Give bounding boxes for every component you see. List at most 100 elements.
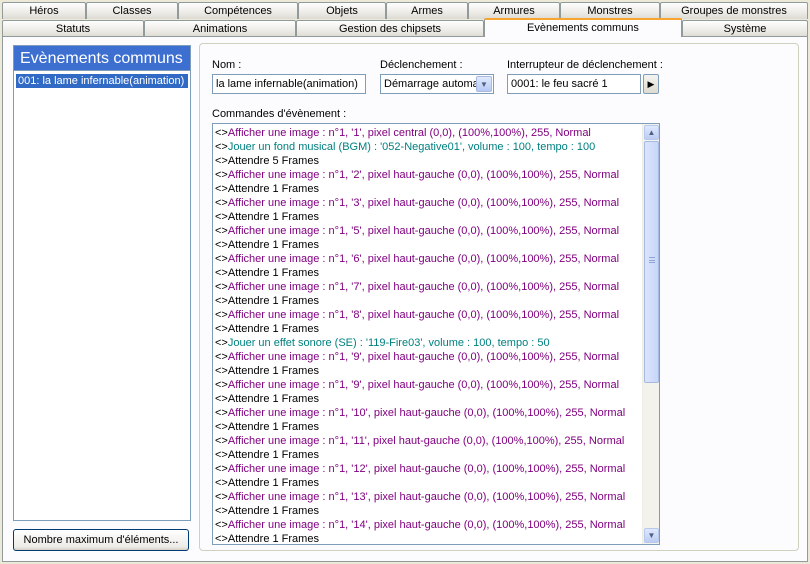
- command-row[interactable]: <>Afficher une image : n°1, '9', pixel h…: [215, 350, 642, 364]
- command-row[interactable]: <>Attendre 1 Frames: [215, 364, 642, 378]
- command-text: Attendre 1 Frames: [227, 183, 319, 195]
- command-prefix: <>: [215, 225, 228, 237]
- command-text: Attendre 1 Frames: [227, 211, 319, 223]
- command-text: Attendre 1 Frames: [227, 477, 319, 489]
- command-prefix: <>: [215, 393, 228, 405]
- tab-monstres[interactable]: Monstres: [560, 2, 660, 19]
- command-row[interactable]: <>Attendre 1 Frames: [215, 182, 642, 196]
- command-row[interactable]: <>Afficher une image : n°1, '6', pixel h…: [215, 252, 642, 266]
- command-text: Afficher une image : n°1, '10', pixel ha…: [227, 407, 626, 419]
- command-prefix: <>: [215, 505, 228, 517]
- command-row[interactable]: <>Attendre 1 Frames: [215, 420, 642, 434]
- command-row[interactable]: <>Attendre 1 Frames: [215, 238, 642, 252]
- command-prefix: <>: [215, 519, 228, 531]
- switch-picker-button[interactable]: ▶: [643, 74, 659, 94]
- scroll-up-icon[interactable]: ▲: [644, 125, 659, 140]
- event-commands-list[interactable]: <>Afficher une image : n°1, '1', pixel c…: [212, 123, 660, 545]
- vertical-scrollbar[interactable]: ▲ ▼: [642, 124, 659, 544]
- command-row[interactable]: <>Attendre 5 Frames: [215, 154, 642, 168]
- command-prefix: <>: [215, 337, 228, 349]
- event-editor-group: Nom : la lame infernable(animation) Décl…: [199, 43, 799, 551]
- command-prefix: <>: [215, 365, 228, 377]
- command-prefix: <>: [215, 281, 228, 293]
- tab-armes[interactable]: Armes: [386, 2, 468, 19]
- command-row[interactable]: <>Attendre 1 Frames: [215, 476, 642, 490]
- command-text: Attendre 1 Frames: [227, 323, 319, 335]
- command-prefix: <>: [215, 253, 228, 265]
- switch-field: 0001: le feu sacré 1: [507, 74, 641, 94]
- tab-groupes-de-monstres[interactable]: Groupes de monstres: [660, 2, 808, 19]
- command-row[interactable]: <>Afficher une image : n°1, '7', pixel h…: [215, 280, 642, 294]
- command-row[interactable]: <>Afficher une image : n°1, '8', pixel h…: [215, 308, 642, 322]
- tab-statuts[interactable]: Statuts: [2, 20, 144, 37]
- common-events-items: 001: la lame infernable(animation): [14, 71, 190, 91]
- command-row[interactable]: <>Attendre 1 Frames: [215, 210, 642, 224]
- switch-label: Interrupteur de déclenchement :: [507, 59, 663, 71]
- name-label: Nom :: [212, 59, 242, 71]
- tab-competences[interactable]: Compétences: [178, 2, 298, 19]
- scroll-thumb[interactable]: [644, 141, 659, 383]
- list-item[interactable]: 001: la lame infernable(animation): [16, 74, 188, 88]
- common-events-title: Evènements communs: [14, 46, 190, 71]
- command-text: Attendre 1 Frames: [227, 295, 319, 307]
- command-row[interactable]: <>Afficher une image : n°1, '14', pixel …: [215, 518, 642, 532]
- tab-armures[interactable]: Armures: [468, 2, 560, 19]
- command-row[interactable]: <>Attendre 1 Frames: [215, 448, 642, 462]
- scroll-down-icon[interactable]: ▼: [644, 528, 659, 543]
- command-prefix: <>: [215, 449, 228, 461]
- tab-heros[interactable]: Héros: [2, 2, 86, 19]
- command-row[interactable]: <>Afficher une image : n°1, '9', pixel h…: [215, 378, 642, 392]
- tab-systeme[interactable]: Système: [682, 20, 808, 37]
- command-row[interactable]: <>Afficher une image : n°1, '2', pixel h…: [215, 168, 642, 182]
- command-prefix: <>: [215, 407, 228, 419]
- tab-gestion-des-chipsets[interactable]: Gestion des chipsets: [296, 20, 484, 37]
- command-text: Afficher une image : n°1, '6', pixel hau…: [227, 253, 620, 265]
- command-prefix: <>: [215, 463, 228, 475]
- command-row[interactable]: <>Attendre 1 Frames: [215, 266, 642, 280]
- command-text: Afficher une image : n°1, '14', pixel ha…: [227, 519, 626, 531]
- tab-animations[interactable]: Animations: [144, 20, 296, 37]
- command-row[interactable]: <>Attendre 1 Frames: [215, 504, 642, 518]
- command-text: Afficher une image : n°1, '2', pixel hau…: [227, 169, 620, 181]
- command-row[interactable]: <>Afficher une image : n°1, '3', pixel h…: [215, 196, 642, 210]
- command-prefix: <>: [215, 141, 228, 153]
- command-prefix: <>: [215, 309, 228, 321]
- command-row[interactable]: <>Jouer un fond musical (BGM) : '052-Neg…: [215, 140, 642, 154]
- tab-objets[interactable]: Objets: [298, 2, 386, 19]
- command-text: Attendre 1 Frames: [227, 533, 319, 545]
- command-prefix: <>: [215, 379, 228, 391]
- trigger-select[interactable]: Démarrage automa ▼: [380, 74, 494, 94]
- command-text: Afficher une image : n°1, '8', pixel hau…: [227, 309, 620, 321]
- command-row[interactable]: <>Jouer un effet sonore (SE) : '119-Fire…: [215, 336, 642, 350]
- command-row[interactable]: <>Attendre 1 Frames: [215, 322, 642, 336]
- command-text: Afficher une image : n°1, '5', pixel hau…: [227, 225, 620, 237]
- main-panel: Evènements communs 001: la lame infernab…: [2, 36, 808, 562]
- command-row[interactable]: <>Attendre 1 Frames: [215, 392, 642, 406]
- command-row[interactable]: <>Afficher une image : n°1, '13', pixel …: [215, 490, 642, 504]
- command-text: Afficher une image : n°1, '9', pixel hau…: [227, 351, 620, 363]
- command-prefix: <>: [215, 477, 228, 489]
- name-field[interactable]: la lame infernable(animation): [212, 74, 366, 94]
- commands-container: <>Afficher une image : n°1, '1', pixel c…: [213, 126, 642, 545]
- command-row[interactable]: <>Afficher une image : n°1, '5', pixel h…: [215, 224, 642, 238]
- chevron-right-icon: ▶: [647, 79, 655, 89]
- command-row[interactable]: <>Afficher une image : n°1, '10', pixel …: [215, 406, 642, 420]
- command-prefix: <>: [215, 169, 228, 181]
- trigger-value: Démarrage automa: [384, 78, 479, 90]
- command-row[interactable]: <>Attendre 1 Frames: [215, 532, 642, 545]
- command-text: Attendre 1 Frames: [227, 365, 319, 377]
- command-text: Attendre 5 Frames: [227, 155, 319, 167]
- tab-classes[interactable]: Classes: [86, 2, 178, 19]
- max-elements-button[interactable]: Nombre maximum d'éléments...: [13, 529, 189, 551]
- command-text: Attendre 1 Frames: [227, 239, 319, 251]
- command-row[interactable]: <>Afficher une image : n°1, '1', pixel c…: [215, 126, 642, 140]
- command-row[interactable]: <>Afficher une image : n°1, '11', pixel …: [215, 434, 642, 448]
- tab-evenements-communs[interactable]: Evènements communs: [484, 18, 682, 37]
- chevron-down-icon[interactable]: ▼: [476, 76, 492, 92]
- command-text: Attendre 1 Frames: [227, 393, 319, 405]
- command-row[interactable]: <>Afficher une image : n°1, '12', pixel …: [215, 462, 642, 476]
- command-prefix: <>: [215, 421, 228, 433]
- command-prefix: <>: [215, 295, 228, 307]
- command-text: Jouer un effet sonore (SE) : '119-Fire03…: [227, 337, 550, 349]
- command-row[interactable]: <>Attendre 1 Frames: [215, 294, 642, 308]
